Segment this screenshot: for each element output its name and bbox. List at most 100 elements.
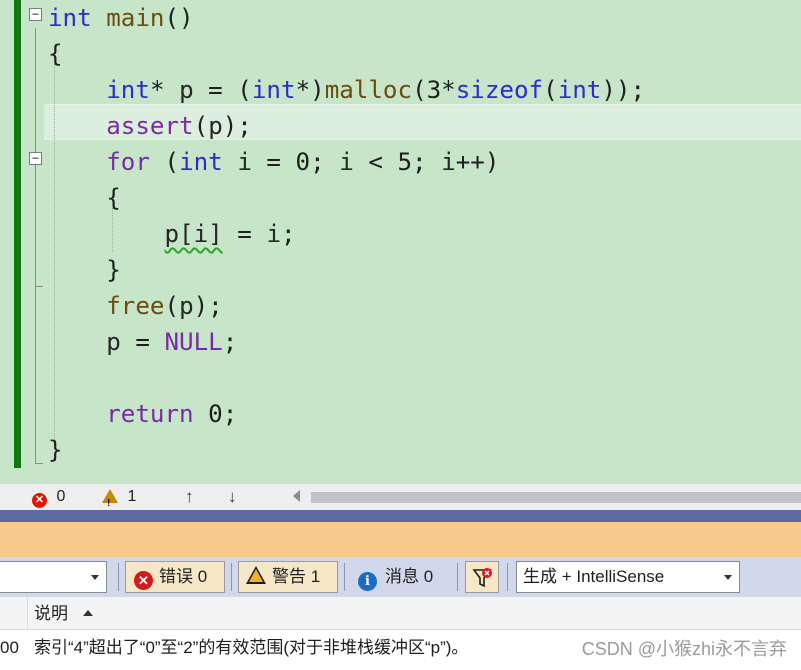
sort-ascending-icon	[83, 610, 93, 616]
code-token: int	[48, 4, 92, 32]
filter-button[interactable]	[465, 561, 499, 593]
scroll-left-icon[interactable]	[293, 490, 300, 502]
code-token: {	[48, 184, 121, 212]
code-token: assert	[106, 112, 194, 140]
code-token: NULL	[164, 328, 223, 356]
code-token: int	[251, 76, 296, 104]
code-token: {	[48, 40, 63, 68]
editor-status-strip: ✕ 0 ! 1 ↑ ↓	[0, 484, 801, 510]
messages-filter-button[interactable]: i 消息 0	[358, 561, 433, 593]
code-line[interactable]: free(p);	[48, 288, 223, 324]
code-token: p	[208, 112, 223, 140]
description-column-header[interactable]: 说明	[34, 597, 68, 630]
code-token: int	[179, 148, 223, 176]
code-token: sizeof	[455, 76, 544, 104]
warnings-filter-button[interactable]: 警告 1	[238, 561, 338, 593]
code-token: int	[557, 76, 602, 104]
toolbar-separator	[457, 563, 458, 591]
warning-icon	[246, 566, 266, 584]
code-line[interactable]: p = NULL;	[48, 324, 237, 360]
code-line[interactable]: {	[48, 180, 121, 216]
code-token: return	[106, 400, 194, 428]
error-icon: ✕	[134, 571, 153, 590]
table-row[interactable]: 00 索引“4”超出了“0”至“2”的有效范围(对于非堆栈缓冲区“p”)。 CS…	[0, 630, 801, 670]
toolbar-separator	[344, 563, 345, 591]
chevron-down-icon	[724, 575, 732, 580]
code-token: p[i]	[164, 220, 223, 248]
watermark: CSDN @小猴zhi永不言弃	[581, 639, 787, 659]
build-source-dropdown[interactable]: 生成 + IntelliSense	[516, 561, 740, 593]
errors-filter-button[interactable]: ✕ 错误 0	[125, 561, 225, 593]
code-token: }	[48, 436, 63, 464]
code-token: (	[193, 112, 209, 140]
fold-for-icon[interactable]: −	[29, 152, 42, 165]
code-token: p	[179, 292, 194, 320]
code-token: *	[149, 76, 180, 104]
chevron-down-icon	[91, 575, 99, 580]
code-token: i	[266, 220, 281, 248]
code-token: 0;	[193, 400, 238, 428]
code-line[interactable]: for (int i = 0; i < 5; i++)	[48, 144, 499, 180]
code-token: =	[120, 328, 165, 356]
outline-line-for	[35, 168, 36, 286]
panel-divider	[0, 510, 801, 522]
code-token: );	[193, 292, 223, 320]
fold-main-icon[interactable]: −	[29, 8, 42, 21]
previous-issue-button[interactable]: ↑	[185, 484, 194, 510]
code-line[interactable]: int* p = (int*)malloc(3*sizeof(int));	[48, 72, 645, 108]
info-icon: i	[358, 572, 377, 591]
filter-icon	[472, 568, 492, 588]
error-count-indicator[interactable]: ✕ 0	[32, 484, 65, 510]
code-line[interactable]: {	[48, 36, 63, 72]
outline-end-tick	[35, 463, 43, 464]
code-token: ));	[601, 76, 646, 104]
code-token: i	[339, 148, 354, 176]
code-line[interactable]: p[i] = i;	[48, 216, 296, 252]
warning-icon: !	[102, 489, 118, 509]
code-line[interactable]: assert(p);	[48, 108, 252, 144]
code-line[interactable]: }	[48, 252, 121, 288]
code-token: i	[441, 148, 456, 176]
code-token: = (	[193, 76, 252, 104]
code-token: );	[222, 112, 252, 140]
error-list-toolbar: ✕ 错误 0 警告 1 i 消息 0 生成 + IntelliSense	[0, 557, 801, 597]
code-token: p	[179, 76, 194, 104]
row-code-cell: 00	[0, 638, 19, 657]
code-token: free	[106, 292, 165, 320]
toolbar-separator	[231, 563, 232, 591]
code-token: (	[164, 292, 180, 320]
code-line[interactable]: return 0;	[48, 396, 237, 432]
code-token: = 0;	[251, 148, 340, 176]
code-token: malloc	[324, 76, 413, 104]
code-token: (	[543, 76, 558, 104]
error-list-header: 说明	[0, 597, 801, 630]
code-editor[interactable]: − − int main(){ int* p = (int*)malloc(3*…	[0, 0, 801, 484]
code-token: ++)	[455, 148, 500, 176]
code-line[interactable]: int main()	[48, 0, 194, 36]
code-token: for	[106, 148, 150, 176]
scope-dropdown[interactable]	[0, 561, 107, 593]
code-token: int	[106, 76, 150, 104]
code-token: p	[106, 328, 121, 356]
code-token: *)	[295, 76, 325, 104]
row-description-cell: 索引“4”超出了“0”至“2”的有效范围(对于非堆栈缓冲区“p”)。	[34, 638, 469, 657]
next-issue-button[interactable]: ↓	[228, 484, 237, 510]
panel-title-bar	[0, 522, 801, 557]
outline-end-tick	[35, 286, 43, 287]
column-separator[interactable]	[27, 597, 28, 630]
warning-count-indicator[interactable]: ! 1	[102, 484, 136, 510]
code-line[interactable]: }	[48, 432, 63, 468]
toolbar-separator	[118, 563, 119, 591]
code-token: ;	[222, 328, 238, 356]
horizontal-scrollbar[interactable]	[311, 492, 801, 503]
toolbar-separator	[507, 563, 508, 591]
